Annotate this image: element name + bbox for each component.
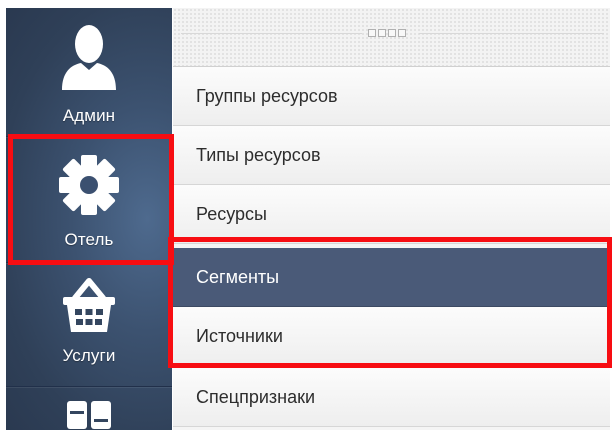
sidebar: Админ Отель Услуги xyxy=(6,8,172,430)
menu-item-resource-types[interactable]: Типы ресурсов xyxy=(173,126,610,185)
sidebar-divider xyxy=(6,262,172,263)
gear-icon xyxy=(59,155,119,215)
user-icon xyxy=(62,25,116,90)
header-rule xyxy=(181,33,362,34)
sidebar-item-label: Услуги xyxy=(62,346,116,365)
app-frame: Админ Отель Услуги Группы ресурсов Типы … xyxy=(0,0,616,430)
sidebar-divider xyxy=(6,136,172,137)
menu-item-special-attributes[interactable]: Спецпризнаки xyxy=(173,368,610,427)
panel-header xyxy=(173,8,610,67)
sidebar-item-admin[interactable]: Админ xyxy=(6,20,172,126)
menu-item-sources[interactable]: Источники xyxy=(173,307,610,366)
sidebar-item-hotel[interactable]: Отель xyxy=(6,154,172,250)
sidebar-item-label: Отель xyxy=(64,230,114,249)
sidebar-divider xyxy=(6,386,172,387)
basket-icon xyxy=(63,278,115,332)
sidebar-item-layout[interactable] xyxy=(6,400,172,430)
submenu-panel: Группы ресурсов Типы ресурсов Ресурсы Се… xyxy=(173,8,610,430)
sidebar-item-services[interactable]: Услуги xyxy=(6,276,172,366)
header-rule xyxy=(419,33,604,34)
layout-icon xyxy=(67,401,111,429)
menu-item-resources[interactable]: Ресурсы xyxy=(173,185,610,244)
menu-item-segments[interactable]: Сегменты xyxy=(173,248,610,307)
menu-item-resource-groups[interactable]: Группы ресурсов xyxy=(173,67,610,126)
drag-handle-icon[interactable] xyxy=(368,29,406,37)
sidebar-item-label: Админ xyxy=(62,106,116,125)
